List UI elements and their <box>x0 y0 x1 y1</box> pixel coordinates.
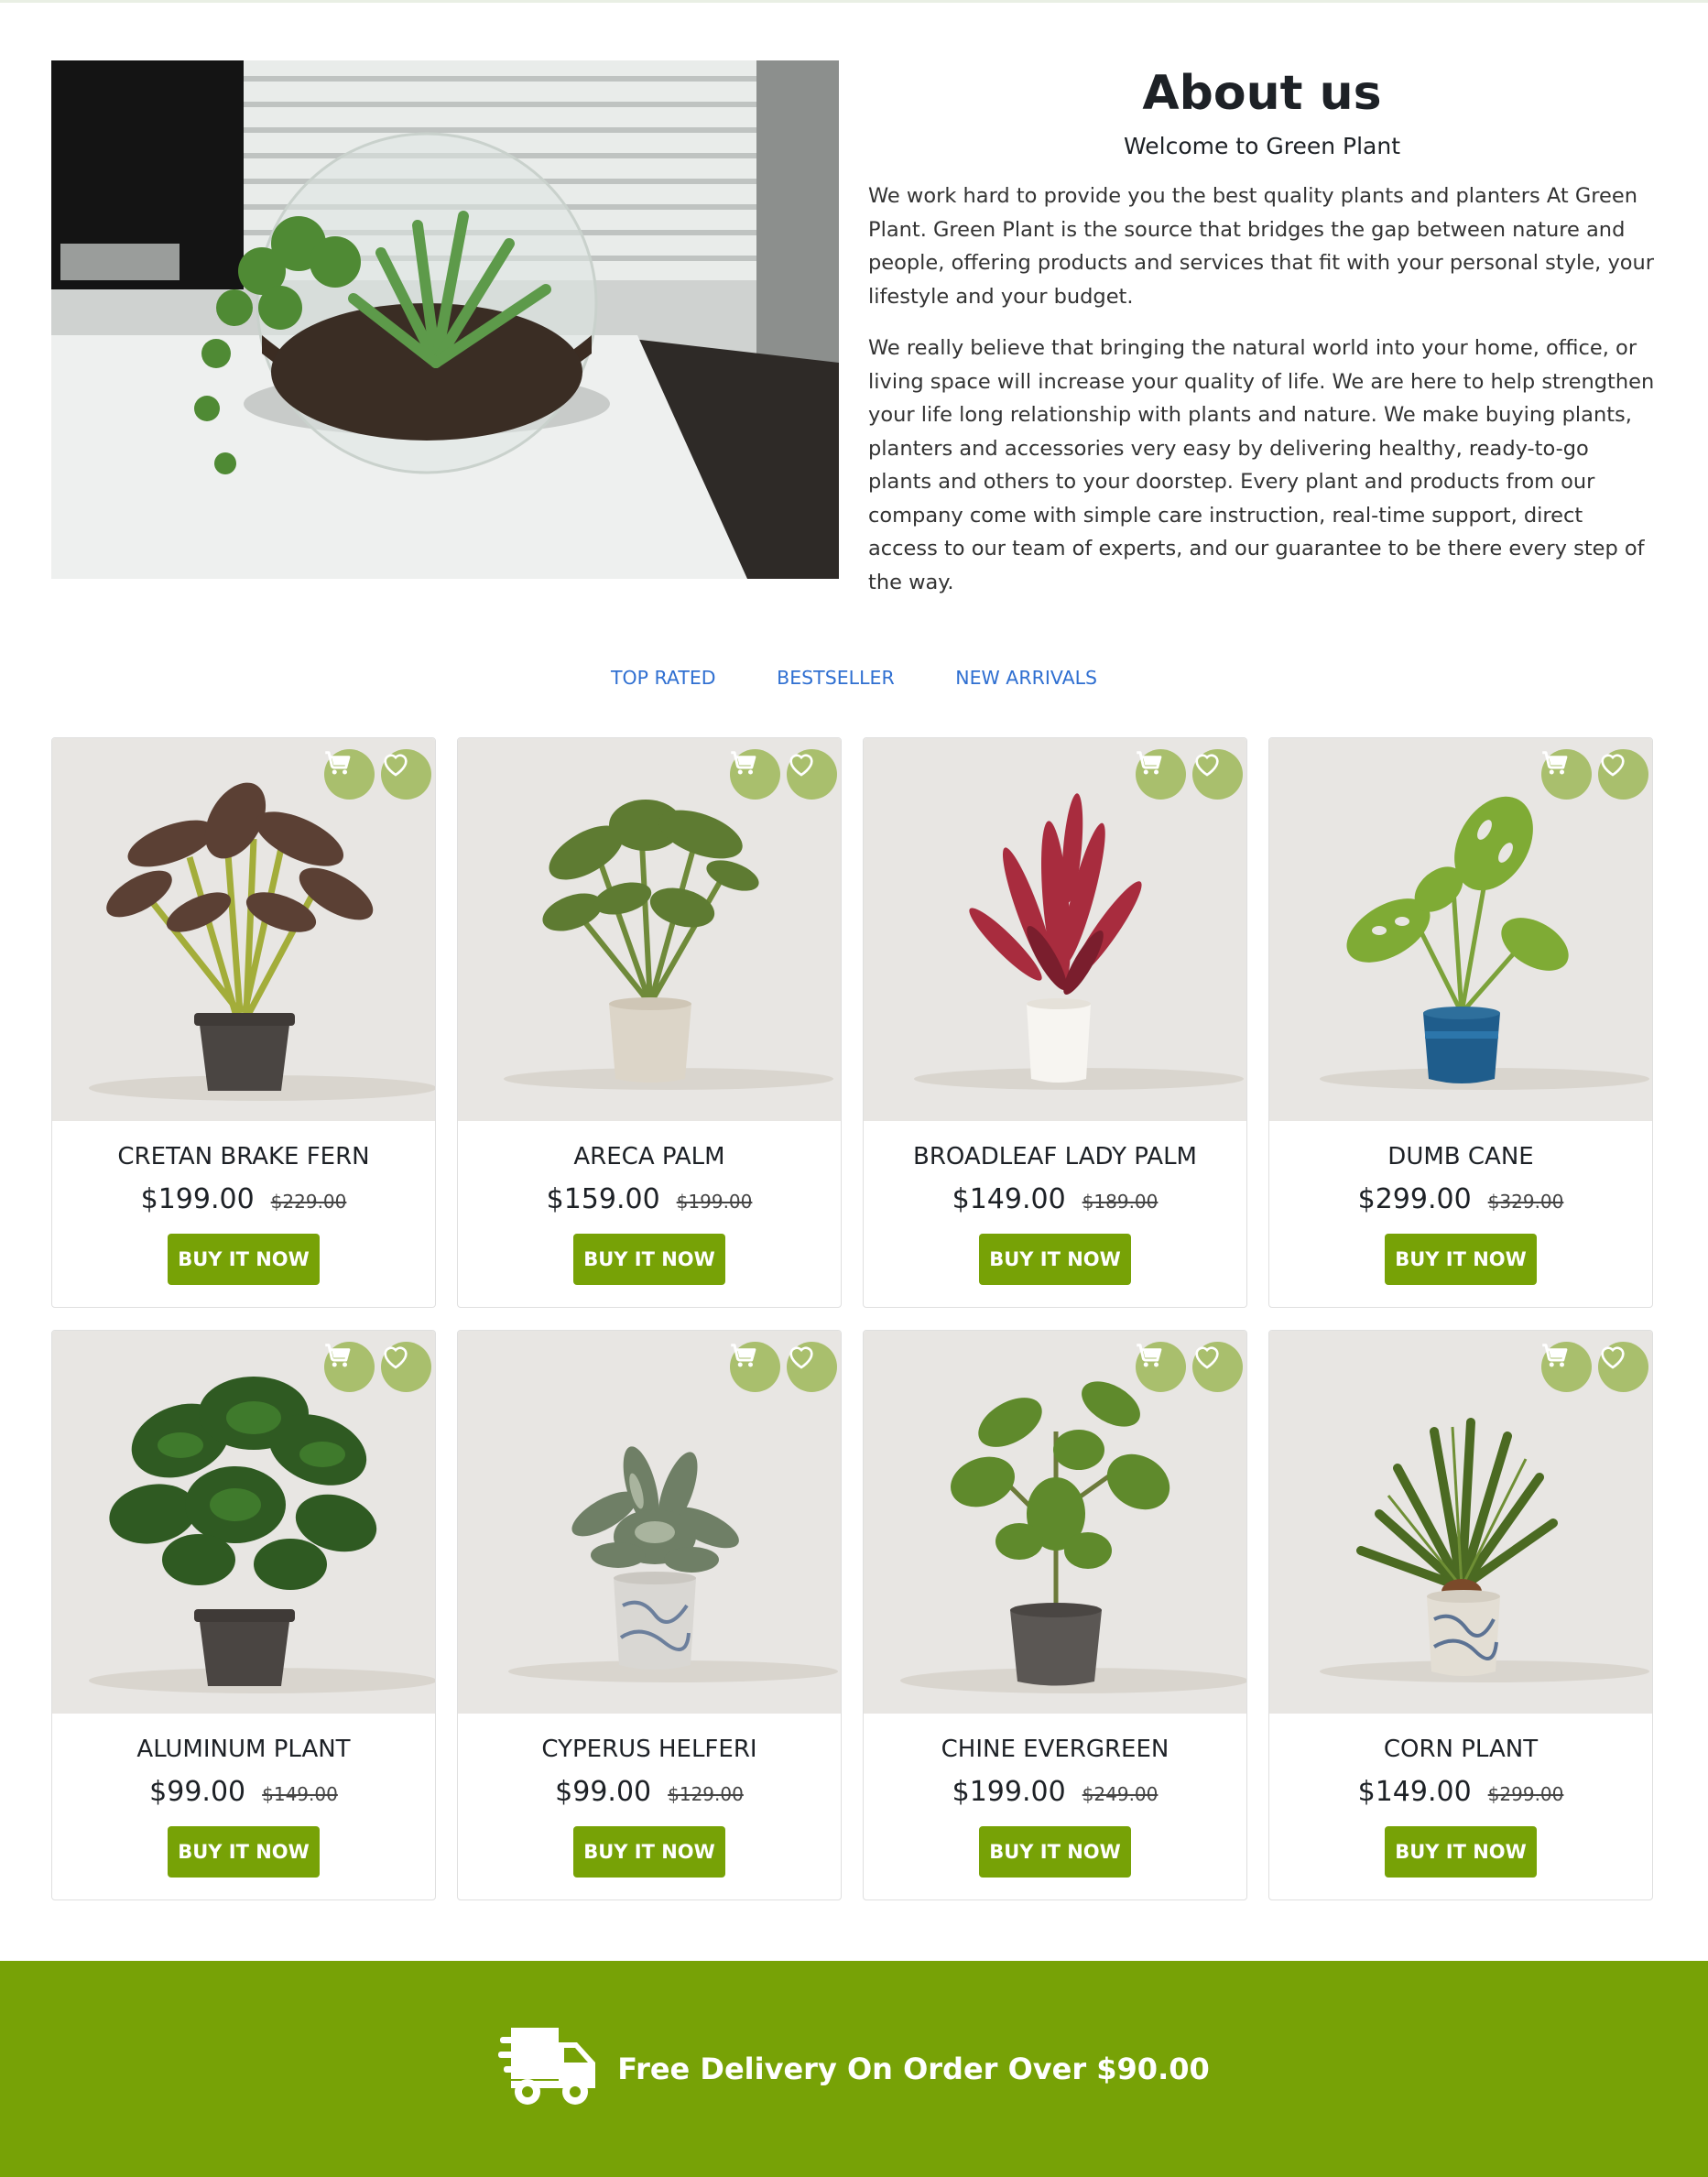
product-card: CYPERUS HELFERI $99.00 $129.00 BUY IT NOW <box>457 1330 842 1900</box>
buy-it-now-button[interactable]: BUY IT NOW <box>168 1826 320 1878</box>
free-delivery-banner: Free Delivery On Order Over $90.00 <box>0 1961 1708 2177</box>
tab-new-arrivals[interactable]: NEW ARRIVALS <box>955 667 1097 689</box>
top-divider <box>0 0 1708 3</box>
price-row: $299.00 $329.00 <box>1269 1181 1652 1220</box>
about-image <box>51 60 839 579</box>
cart-icon[interactable] <box>730 749 780 800</box>
product-grid: CRETAN BRAKE FERN $199.00 $229.00 BUY IT … <box>51 737 1654 1900</box>
buy-it-now-button[interactable]: BUY IT NOW <box>979 1826 1131 1878</box>
product-name[interactable]: DUMB CANE <box>1269 1139 1652 1174</box>
product-name[interactable]: CYPERUS HELFERI <box>458 1732 841 1767</box>
heart-icon[interactable] <box>787 749 837 800</box>
product-price: $199.00 <box>952 1776 1066 1808</box>
product-tabs: TOP RATED BESTSELLER NEW ARRIVALS <box>0 667 1708 689</box>
product-card: CORN PLANT $149.00 $299.00 BUY IT NOW <box>1268 1330 1653 1900</box>
product-old-price: $299.00 <box>1487 1783 1564 1805</box>
product-image[interactable] <box>864 738 1246 1121</box>
product-price: $99.00 <box>555 1776 652 1808</box>
heart-icon[interactable] <box>1598 749 1648 800</box>
buy-it-now-button[interactable]: BUY IT NOW <box>573 1234 725 1285</box>
tab-top-rated[interactable]: TOP RATED <box>611 667 716 689</box>
product-name[interactable]: CRETAN BRAKE FERN <box>52 1139 435 1174</box>
heart-icon[interactable] <box>1598 1342 1648 1392</box>
product-name[interactable]: CORN PLANT <box>1269 1732 1652 1767</box>
price-row: $199.00 $229.00 <box>52 1181 435 1220</box>
product-image[interactable] <box>1269 738 1652 1121</box>
product-price: $149.00 <box>1357 1776 1472 1808</box>
product-old-price: $329.00 <box>1487 1191 1564 1213</box>
cart-icon[interactable] <box>1541 749 1592 800</box>
cart-icon[interactable] <box>1136 1342 1186 1392</box>
heart-icon[interactable] <box>1192 1342 1243 1392</box>
buy-it-now-button[interactable]: BUY IT NOW <box>1385 1826 1537 1878</box>
product-name[interactable]: CHINE EVERGREEN <box>864 1732 1246 1767</box>
product-image[interactable] <box>864 1331 1246 1714</box>
product-price: $299.00 <box>1357 1183 1472 1215</box>
buy-it-now-button[interactable]: BUY IT NOW <box>1385 1234 1537 1285</box>
product-card: BROADLEAF LADY PALM $149.00 $189.00 BUY I… <box>863 737 1247 1308</box>
product-name[interactable]: ARECA PALM <box>458 1139 841 1174</box>
product-name[interactable]: ALUMINUM PLANT <box>52 1732 435 1767</box>
product-old-price: $229.00 <box>270 1191 347 1213</box>
product-image[interactable] <box>458 738 841 1121</box>
product-old-price: $129.00 <box>668 1783 744 1805</box>
buy-it-now-button[interactable]: BUY IT NOW <box>979 1234 1131 1285</box>
product-price: $99.00 <box>149 1776 246 1808</box>
product-price: $149.00 <box>952 1183 1066 1215</box>
product-image[interactable] <box>458 1331 841 1714</box>
about-paragraph-1: We work hard to provide you the best qua… <box>868 184 1655 309</box>
product-image[interactable] <box>52 1331 435 1714</box>
product-card: ALUMINUM PLANT $99.00 $149.00 BUY IT NOW <box>51 1330 436 1900</box>
product-image[interactable] <box>52 738 435 1121</box>
tab-bestseller[interactable]: BESTSELLER <box>777 667 895 689</box>
product-name[interactable]: BROADLEAF LADY PALM <box>864 1139 1246 1174</box>
about-subtitle: Welcome to Green Plant <box>1124 133 1400 159</box>
product-card: DUMB CANE $299.00 $329.00 BUY IT NOW <box>1268 737 1653 1308</box>
cart-icon[interactable] <box>324 749 375 800</box>
cart-icon[interactable] <box>1136 749 1186 800</box>
price-row: $199.00 $249.00 <box>864 1774 1246 1812</box>
about-title: About us <box>1142 66 1382 121</box>
product-price: $199.00 <box>140 1183 255 1215</box>
product-old-price: $189.00 <box>1082 1191 1159 1213</box>
heart-icon[interactable] <box>381 1342 431 1392</box>
price-row: $99.00 $149.00 <box>52 1774 435 1812</box>
product-old-price: $249.00 <box>1082 1783 1159 1805</box>
product-card: ARECA PALM $159.00 $199.00 BUY IT NOW <box>457 737 842 1308</box>
product-card: CHINE EVERGREEN $199.00 $249.00 BUY IT NO… <box>863 1330 1247 1900</box>
product-old-price: $149.00 <box>262 1783 338 1805</box>
heart-icon[interactable] <box>1192 749 1243 800</box>
delivery-truck-icon <box>498 2026 599 2112</box>
price-row: $159.00 $199.00 <box>458 1181 841 1220</box>
cart-icon[interactable] <box>730 1342 780 1392</box>
product-price: $159.00 <box>546 1183 660 1215</box>
price-row: $149.00 $189.00 <box>864 1181 1246 1220</box>
price-row: $149.00 $299.00 <box>1269 1774 1652 1812</box>
about-paragraph-2: We really believe that bringing the natu… <box>868 336 1655 594</box>
about-text-block: About us Welcome to Green Plant We work … <box>868 60 1656 599</box>
cart-icon[interactable] <box>1541 1342 1592 1392</box>
free-delivery-text: Free Delivery On Order Over $90.00 <box>617 2052 1210 2086</box>
product-card: CRETAN BRAKE FERN $199.00 $229.00 BUY IT … <box>51 737 436 1308</box>
cart-icon[interactable] <box>324 1342 375 1392</box>
price-row: $99.00 $129.00 <box>458 1774 841 1812</box>
product-old-price: $199.00 <box>676 1191 753 1213</box>
buy-it-now-button[interactable]: BUY IT NOW <box>573 1826 725 1878</box>
heart-icon[interactable] <box>787 1342 837 1392</box>
buy-it-now-button[interactable]: BUY IT NOW <box>168 1234 320 1285</box>
heart-icon[interactable] <box>381 749 431 800</box>
product-image[interactable] <box>1269 1331 1652 1714</box>
